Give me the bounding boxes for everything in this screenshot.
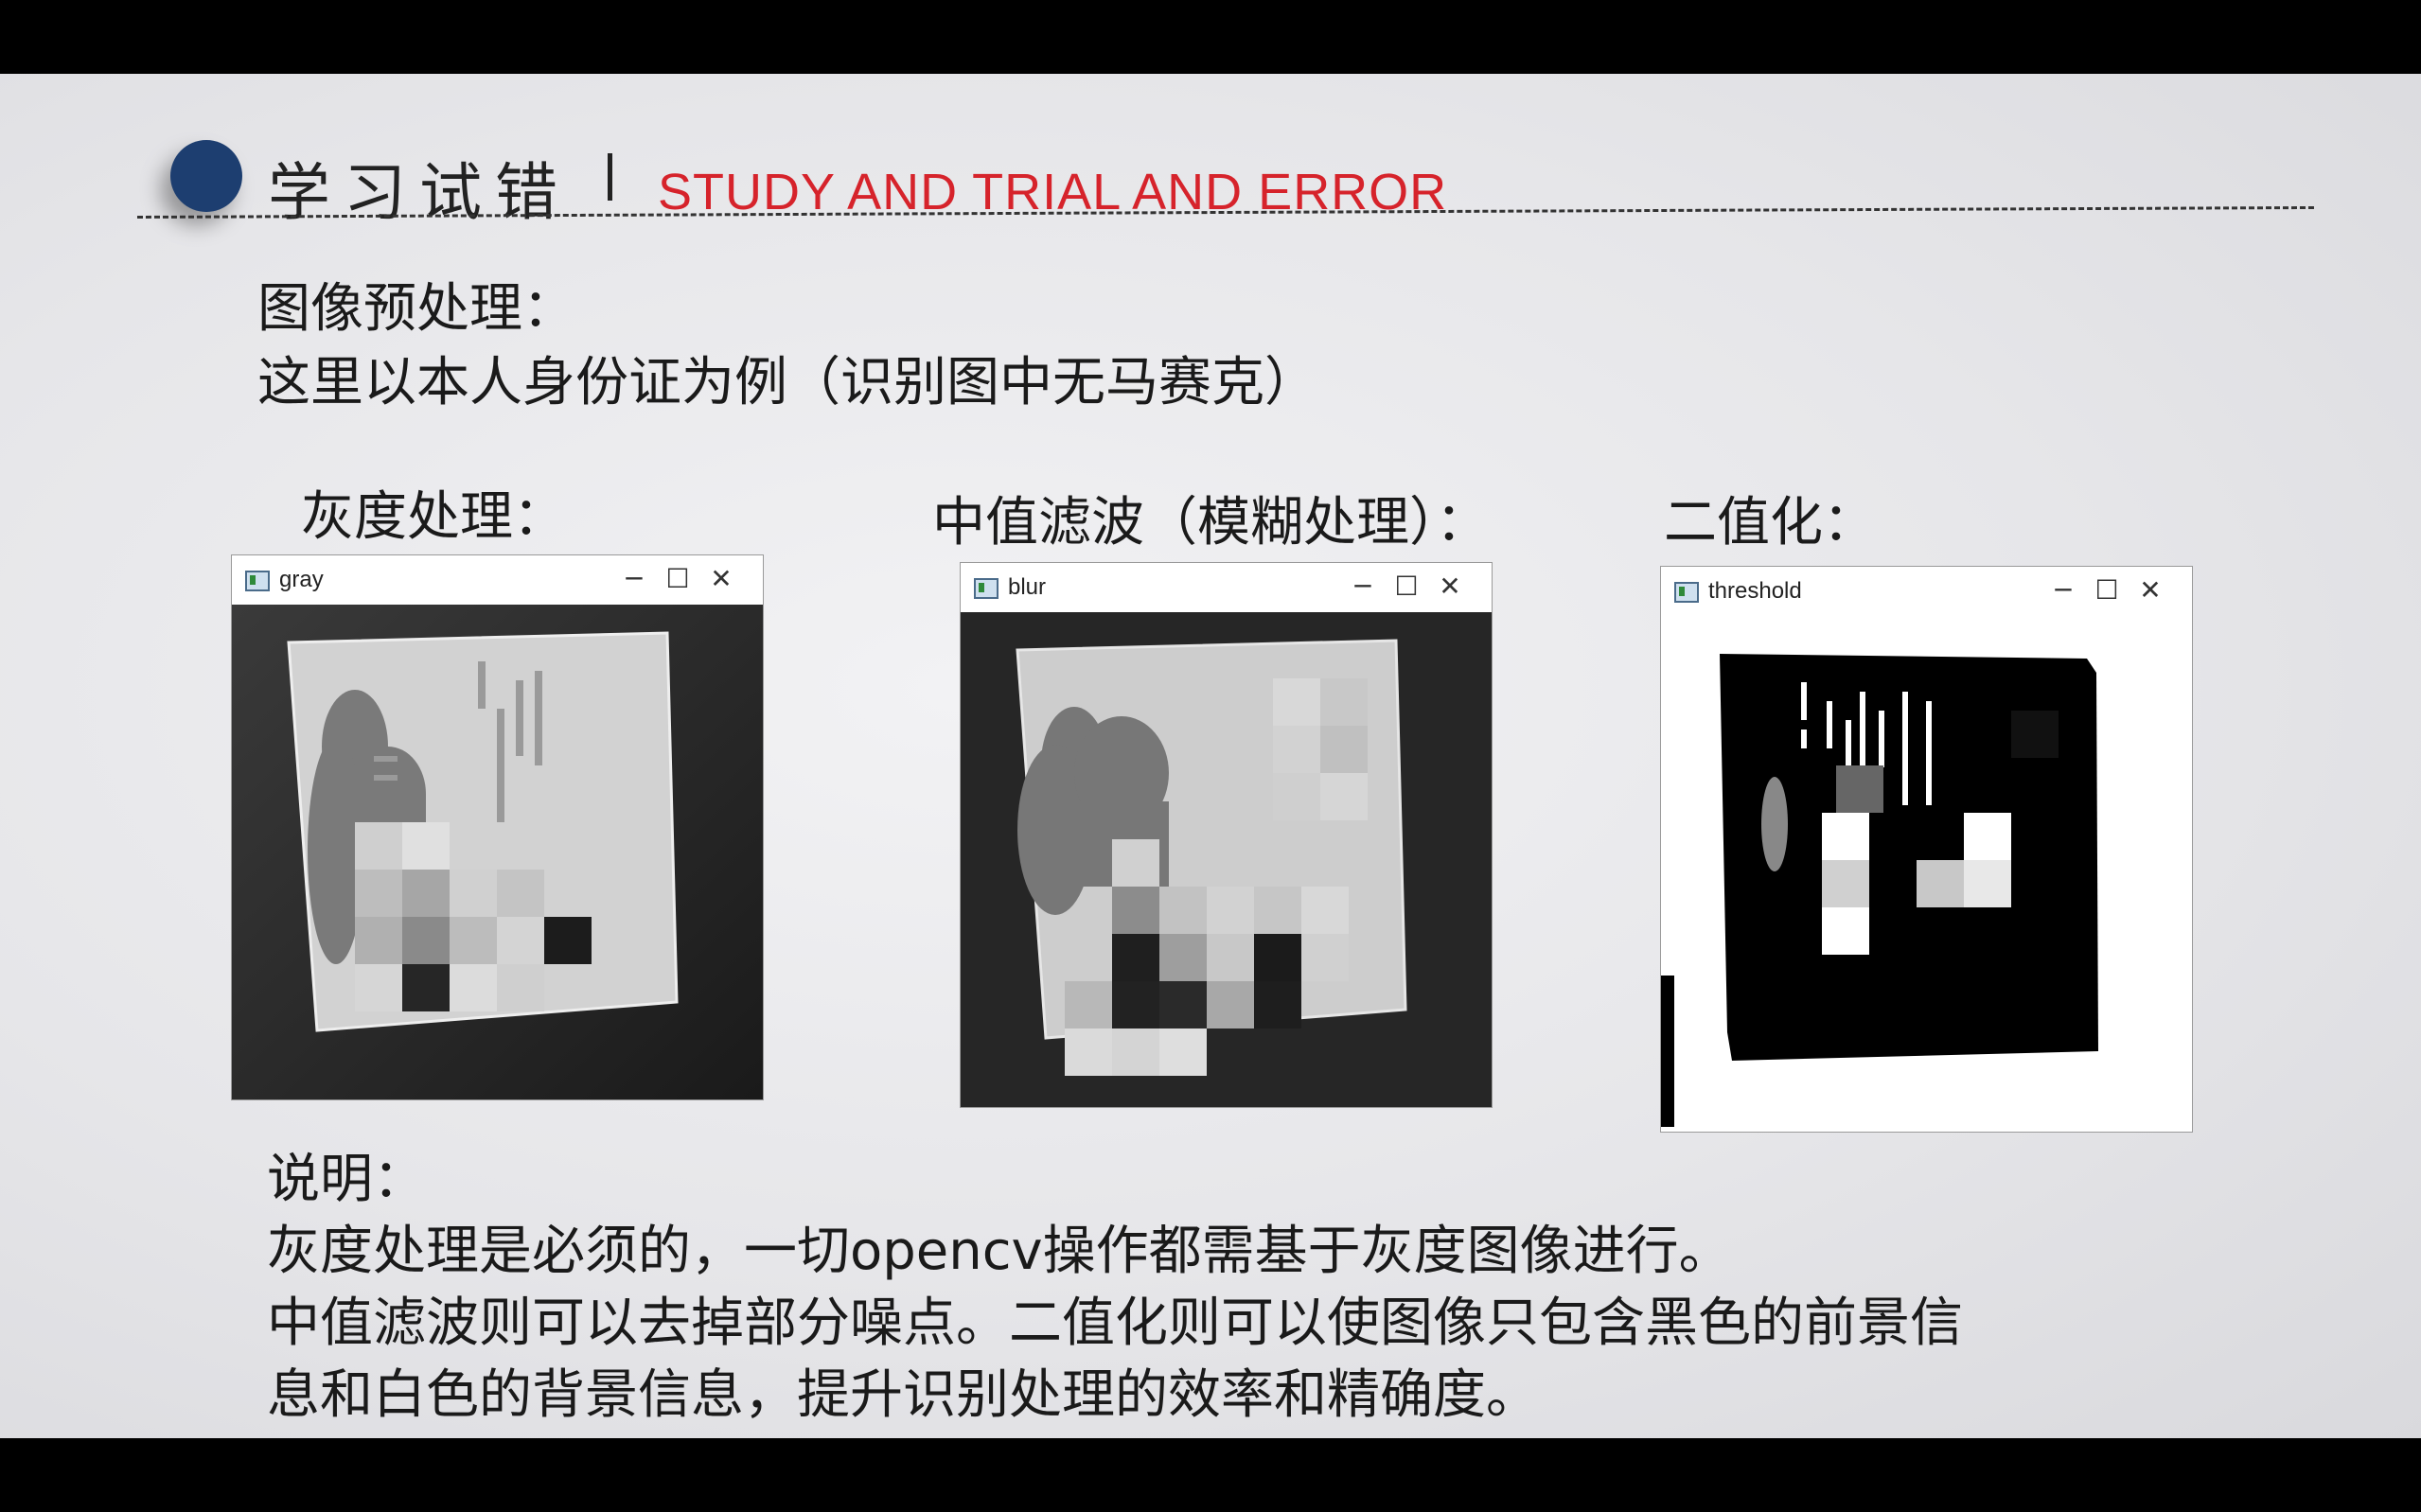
threshold-image-graphic [1661, 616, 2192, 1132]
slide: 学习试错 STUDY AND TRIAL AND ERROR 图像预处理： 这里… [0, 74, 2421, 1438]
intro-line-1: 图像预处理： [257, 278, 575, 340]
panel-label-blur: 中值滤波（模糊处理）： [932, 492, 1489, 554]
explanation-heading: 说明： [267, 1149, 426, 1210]
window-threshold[interactable]: threshold ─ ☐ ✕ [1660, 566, 2193, 1133]
app-icon [974, 578, 998, 599]
window-title: gray [279, 567, 324, 592]
window-titlebar[interactable]: gray ─ ☐ ✕ [232, 555, 763, 605]
gray-image-graphic [232, 605, 763, 1099]
close-button[interactable]: ✕ [2131, 574, 2169, 606]
window-blur[interactable]: blur ─ ☐ ✕ [960, 562, 1493, 1108]
blur-image-graphic [961, 612, 1492, 1107]
close-button[interactable]: ✕ [1431, 571, 1469, 602]
minimize-button[interactable]: ─ [1344, 571, 1382, 602]
window-gray[interactable]: gray ─ ☐ ✕ [231, 554, 764, 1100]
explanation-line-3: 息和白色的背景信息，提升识别处理的效率和精确度。 [267, 1364, 1539, 1426]
window-title: threshold [1708, 578, 1802, 604]
maximize-button[interactable]: ☐ [659, 563, 697, 594]
window-titlebar[interactable]: blur ─ ☐ ✕ [961, 563, 1492, 612]
slide-title: 学习试错 [268, 156, 571, 229]
minimize-button[interactable]: ─ [615, 563, 653, 594]
minimize-button[interactable]: ─ [2044, 574, 2082, 606]
image-blur [961, 612, 1492, 1107]
panel-label-gray: 灰度处理： [301, 486, 566, 548]
close-button[interactable]: ✕ [702, 563, 740, 594]
image-gray [232, 605, 763, 1099]
image-threshold [1661, 616, 2192, 1132]
panel-label-threshold: 二值化： [1664, 492, 1876, 554]
explanation-line-2: 中值滤波则可以去掉部分噪点。二值化则可以使图像只包含黑色的前景信 [267, 1292, 1963, 1354]
window-title: blur [1008, 574, 1047, 600]
title-separator [608, 153, 612, 201]
intro-line-2: 这里以本人身份证为例（识别图中无马赛克） [257, 352, 1317, 413]
explanation-line-1: 灰度处理是必须的，一切opencv操作都需基于灰度图像进行。 [267, 1221, 1732, 1282]
app-icon [245, 571, 270, 591]
maximize-button[interactable]: ☐ [1387, 571, 1425, 602]
maximize-button[interactable]: ☐ [2088, 574, 2126, 606]
bullet-circle [170, 140, 242, 212]
app-icon [1674, 582, 1699, 603]
window-titlebar[interactable]: threshold ─ ☐ ✕ [1661, 567, 2192, 616]
